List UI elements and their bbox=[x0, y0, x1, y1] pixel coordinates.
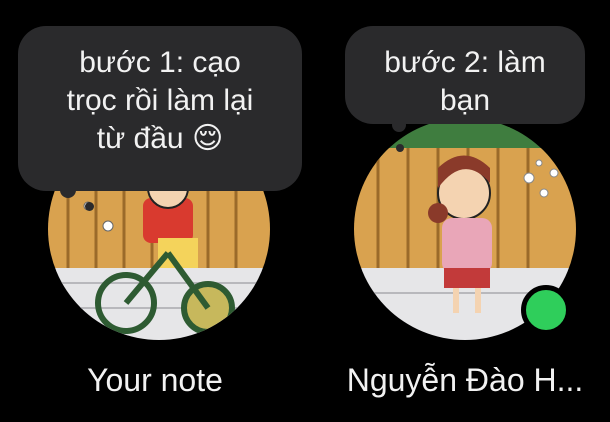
note-bubble[interactable]: bước 1: cạo trọc rồi làm lại từ đầu 😌 bbox=[18, 26, 302, 191]
note-text-line-1: bước 1: cạo bbox=[79, 46, 241, 79]
note-text-line-3-text: từ đầu bbox=[96, 122, 184, 155]
bubble-tail-small bbox=[85, 202, 94, 211]
note-text-line-1: bước 2: làm bbox=[384, 46, 546, 79]
note-card-your-note[interactable]: bước 1: cạo trọc rồi làm lại từ đầu 😌 Yo… bbox=[10, 0, 302, 422]
bubble-tail-small bbox=[396, 144, 404, 152]
note-card-friend[interactable]: bước 2: làm bạn Nguyễn Đào H... bbox=[320, 0, 610, 422]
relieved-face-emoji-icon: 😌 bbox=[191, 121, 224, 156]
note-owner-name: Your note bbox=[87, 362, 223, 398]
note-text-line-2: bạn bbox=[439, 84, 491, 117]
note-bubble[interactable]: bước 2: làm bạn bbox=[345, 26, 585, 124]
online-status-dot bbox=[521, 285, 571, 335]
note-text-line-2: trọc rồi làm lại bbox=[66, 84, 254, 117]
note-owner-name: Nguyễn Đào H... bbox=[346, 362, 584, 398]
note-text-line-3: từ đầu 😌 bbox=[40, 120, 280, 158]
